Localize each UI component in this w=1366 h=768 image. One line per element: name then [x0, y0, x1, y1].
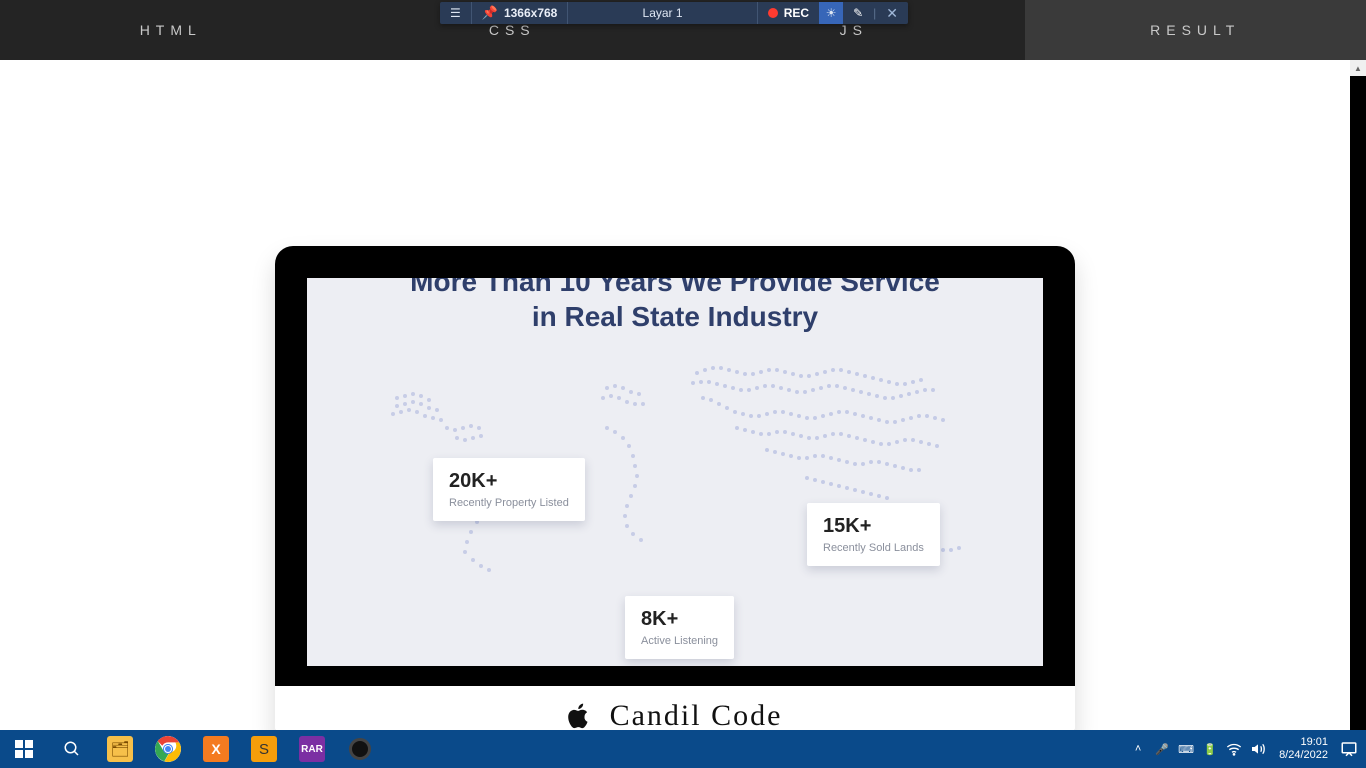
search-icon: [63, 740, 81, 758]
camera-icon: ☀: [826, 6, 837, 20]
mic-icon: 🎤: [1155, 743, 1169, 756]
taskbar-chrome[interactable]: [144, 730, 192, 768]
pin-icon: 📌: [482, 5, 498, 21]
tray-mic[interactable]: 🎤: [1151, 730, 1173, 768]
stat-label: Recently Sold Lands: [823, 542, 924, 554]
record-dot-icon: [768, 8, 778, 18]
recorder-capture-button[interactable]: ☀: [819, 2, 843, 24]
winrar-icon: RAR: [299, 736, 325, 762]
taskbar: 🗂 X S RAR ˄ 🎤 ⌨ 🔋: [0, 730, 1366, 768]
tray-overflow[interactable]: ˄: [1127, 730, 1149, 768]
obs-icon: [349, 738, 371, 760]
xampp-icon: X: [203, 736, 229, 762]
taskbar-date: 8/24/2022: [1279, 749, 1328, 762]
monitor-chin: Candil Code: [275, 686, 1075, 730]
taskbar-obs[interactable]: [336, 730, 384, 768]
folder-icon: 🗂: [107, 736, 133, 762]
stat-label: Recently Property Listed: [449, 497, 569, 509]
chevron-up-icon: ˄: [1135, 743, 1141, 755]
tray-battery[interactable]: 🔋: [1199, 730, 1221, 768]
stat-label: Active Listening: [641, 635, 718, 647]
scrollbar-up-button[interactable]: ▲: [1350, 60, 1366, 76]
tray-ime[interactable]: ⌨: [1175, 730, 1197, 768]
hamburger-icon: ☰: [450, 6, 461, 20]
separator: |: [873, 6, 876, 20]
stat-value: 8K+: [641, 608, 718, 631]
chrome-icon: [155, 736, 181, 762]
taskbar-winrar[interactable]: RAR: [288, 730, 336, 768]
tab-result[interactable]: RESULT: [1025, 0, 1366, 60]
start-button[interactable]: [0, 730, 48, 768]
tray-wifi[interactable]: [1223, 730, 1245, 768]
monitor-frame: More Than 10 Years We Provide Service in…: [275, 246, 1075, 730]
taskbar-time: 19:01: [1279, 736, 1328, 749]
pencil-icon[interactable]: ✎: [853, 6, 863, 20]
recorder-dimensions-text: 1366x768: [504, 6, 557, 20]
recorder-screen-select[interactable]: Layar 1: [568, 2, 756, 24]
screen-recorder-bar[interactable]: ☰ 📌 1366x768 Layar 1 REC ☀ ✎ | ✕: [440, 2, 908, 24]
tray-volume[interactable]: [1247, 730, 1269, 768]
recorder-record-button[interactable]: REC: [758, 2, 819, 24]
keyboard-icon: ⌨: [1178, 743, 1194, 756]
wifi-icon: [1226, 741, 1242, 757]
tab-html[interactable]: HTML: [0, 0, 342, 60]
notification-icon: [1340, 740, 1358, 758]
taskbar-xampp[interactable]: X: [192, 730, 240, 768]
windows-icon: [15, 740, 33, 758]
stat-card-active: 8K+ Active Listening: [625, 596, 734, 659]
search-button[interactable]: [48, 730, 96, 768]
stat-value: 20K+: [449, 470, 569, 493]
brand-text: Candil Code: [610, 699, 783, 730]
taskbar-clock[interactable]: 19:01 8/24/2022: [1271, 736, 1336, 761]
sublime-icon: S: [251, 736, 277, 762]
recorder-rec-label: REC: [784, 6, 809, 20]
taskbar-sublime[interactable]: S: [240, 730, 288, 768]
stat-value: 15K+: [823, 515, 924, 538]
recorder-menu[interactable]: ☰: [440, 2, 471, 24]
volume-icon: [1250, 741, 1266, 757]
close-icon[interactable]: ✕: [886, 5, 898, 22]
battery-icon: 🔋: [1203, 743, 1217, 756]
recorder-screen-label: Layar 1: [643, 6, 683, 20]
taskbar-file-explorer[interactable]: 🗂: [96, 730, 144, 768]
stat-card-listed: 20K+ Recently Property Listed: [433, 458, 585, 521]
action-center[interactable]: [1338, 730, 1360, 768]
monitor-screen: More Than 10 Years We Provide Service in…: [307, 278, 1043, 666]
recorder-dimensions[interactable]: 📌 1366x768: [472, 2, 568, 24]
stat-card-sold: 15K+ Recently Sold Lands: [807, 503, 940, 566]
apple-icon: [568, 702, 592, 730]
result-panel: More Than 10 Years We Provide Service in…: [0, 60, 1350, 730]
